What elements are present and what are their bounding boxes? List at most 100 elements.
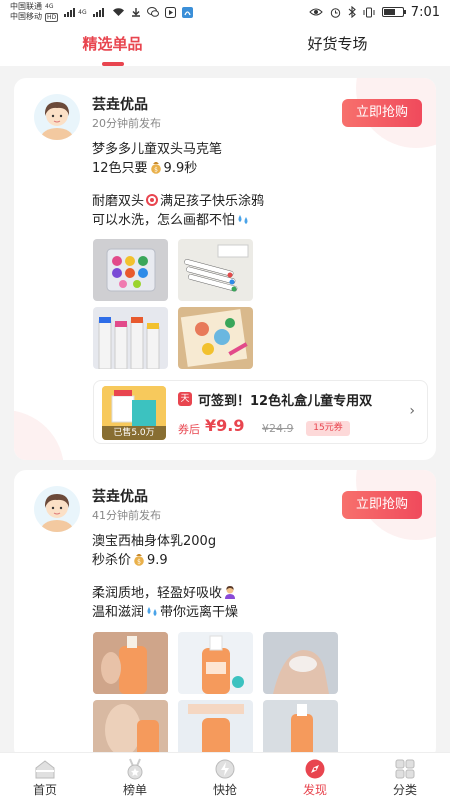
product-photo[interactable] xyxy=(178,700,253,760)
product-title: 可签到！12色礼盒儿童专用双 xyxy=(198,394,373,409)
money-bag-icon: $ xyxy=(134,554,144,566)
product-photo[interactable] xyxy=(263,632,338,694)
water-drops-icon xyxy=(238,215,248,224)
product-photo[interactable] xyxy=(178,632,253,694)
home-icon xyxy=(35,760,55,779)
nav-discover[interactable]: 发现 xyxy=(270,753,360,800)
compass-icon xyxy=(305,759,325,779)
post-text-line: 梦多多儿童双头马克笔 xyxy=(92,140,222,160)
post-text-line: 可以水洗，怎么画都不怕 xyxy=(92,211,251,231)
nav-home[interactable]: 首页 xyxy=(0,753,90,800)
network-type-2: 4G xyxy=(78,8,87,16)
product-photo[interactable] xyxy=(93,632,168,694)
grid-icon xyxy=(395,759,415,779)
eye-icon xyxy=(309,8,323,16)
video-app-icon xyxy=(164,6,176,18)
medal-icon xyxy=(127,758,143,780)
avatar[interactable] xyxy=(34,94,80,140)
post-card: 芸垚优品 41分钟前发布 立即抢购 澳宝西柚身体乳200g 秒杀价 $9.9 柔润… xyxy=(14,470,436,760)
text-segment: 可以水洗，怎么画都不怕 xyxy=(92,213,236,228)
nav-label: 首页 xyxy=(32,783,57,797)
wifi-icon xyxy=(112,8,124,16)
product-photo[interactable] xyxy=(93,239,168,301)
water-drops-icon xyxy=(147,607,157,616)
nav-label: 快抢 xyxy=(212,783,237,797)
alarm-icon xyxy=(330,7,340,18)
top-tabs: 精选单品 好货专场 xyxy=(0,24,450,66)
product-thumbnail: 已售5.0万 xyxy=(102,386,166,440)
text-segment: 秒杀价 xyxy=(92,553,132,568)
text-segment: 满足孩子快乐涂鸦 xyxy=(160,194,265,209)
money-bag-icon: $ xyxy=(150,162,161,174)
coupon-badge: 15元券 xyxy=(306,421,350,436)
card-decoration xyxy=(14,410,64,460)
post-text-line: 澳宝西柚身体乳200g xyxy=(92,532,216,552)
vibrate-icon xyxy=(363,7,375,17)
battery-icon xyxy=(381,7,406,17)
tab-special-deals[interactable]: 好货专场 xyxy=(225,24,450,66)
tab-label: 精选单品 xyxy=(82,35,143,53)
buy-now-button[interactable]: 立即抢购 xyxy=(342,99,422,127)
chevron-right-icon: › xyxy=(409,403,415,419)
svg-text:$: $ xyxy=(154,167,158,174)
signal-icon-2 xyxy=(92,7,104,17)
original-price: ¥24.9 xyxy=(262,422,294,435)
product-photo[interactable] xyxy=(178,239,253,301)
post-text-line: 温和滋润 带你远离干燥 xyxy=(92,603,238,623)
carrier-1: 中国联通 xyxy=(10,2,42,11)
text-segment: 9.9 xyxy=(147,553,168,568)
nav-flash-sale[interactable]: 快抢 xyxy=(180,753,270,800)
svg-text:$: $ xyxy=(137,559,141,566)
product-photo[interactable] xyxy=(263,700,338,760)
post-time: 41分钟前发布 xyxy=(92,509,161,522)
text-segment: 带你远离干燥 xyxy=(160,605,239,620)
nav-ranking[interactable]: 榜单 xyxy=(90,753,180,800)
tab-label: 好货专场 xyxy=(307,35,368,53)
product-photo[interactable] xyxy=(93,307,168,369)
text-segment: 梦多多儿童双头马克笔 xyxy=(92,142,223,157)
active-tab-indicator xyxy=(101,62,124,66)
post-text-line: 秒杀价 $9.9 xyxy=(92,551,168,571)
text-segment: 9.9秒 xyxy=(163,161,198,176)
status-bar: 中国联通 4G 中国移动 HD 4G 7:01 xyxy=(0,0,450,24)
text-segment: 澳宝西柚身体乳200g xyxy=(92,534,217,549)
wechat-icon xyxy=(146,7,159,17)
tab-featured-items[interactable]: 精选单品 xyxy=(0,24,225,66)
network-type-1: 4G xyxy=(45,3,54,10)
nav-categories[interactable]: 分类 xyxy=(360,753,450,800)
carrier-2: 中国移动 xyxy=(10,12,42,21)
product-photo[interactable] xyxy=(93,700,168,760)
shop-name[interactable]: 芸垚优品 xyxy=(92,486,148,506)
carrier-info: 中国联通 4G 中国移动 HD xyxy=(10,2,59,22)
lightning-icon xyxy=(215,759,235,779)
post-card: 芸垚优品 20分钟前发布 立即抢购 梦多多儿童双头马克笔 12色只要 $9.9秒 … xyxy=(14,78,436,460)
avatar[interactable] xyxy=(34,486,80,532)
product-price: ¥9.9 xyxy=(205,416,245,435)
text-segment: 耐磨双头 xyxy=(92,194,145,209)
hd-badge: HD xyxy=(45,12,59,22)
buy-now-button[interactable]: 立即抢购 xyxy=(342,491,422,519)
download-icon xyxy=(131,8,140,17)
text-segment: 12色只要 xyxy=(92,161,148,176)
text-segment: 柔润质地，轻盈好吸收 xyxy=(92,586,223,601)
app-notification-icon xyxy=(181,6,193,18)
product-link-card[interactable]: 已售5.0万 天 可签到！12色礼盒儿童专用双 券后 ¥9.9 ¥24.9 15… xyxy=(93,380,428,444)
bottom-nav: 首页 榜单 快抢 发现 分类 xyxy=(0,752,450,800)
nav-label: 发现 xyxy=(302,783,327,797)
tmall-icon: 天 xyxy=(178,392,192,406)
bluetooth-icon xyxy=(348,6,356,18)
post-text-line: 12色只要 $9.9秒 xyxy=(92,159,197,179)
woman-gesture-icon xyxy=(225,586,236,599)
post-text-line: 耐磨双头 满足孩子快乐涂鸦 xyxy=(92,192,264,212)
signal-icon xyxy=(64,7,76,17)
product-photo[interactable] xyxy=(178,307,253,369)
sold-count-badge: 已售5.0万 xyxy=(102,426,166,440)
nav-label: 分类 xyxy=(392,783,417,797)
after-coupon-label: 券后 xyxy=(178,423,200,436)
text-segment: 温和滋润 xyxy=(92,605,145,620)
shop-name[interactable]: 芸垚优品 xyxy=(92,94,148,114)
nav-label: 榜单 xyxy=(122,783,147,797)
target-icon xyxy=(146,194,159,206)
post-time: 20分钟前发布 xyxy=(92,117,161,130)
post-text-line: 柔润质地，轻盈好吸收 xyxy=(92,584,238,604)
